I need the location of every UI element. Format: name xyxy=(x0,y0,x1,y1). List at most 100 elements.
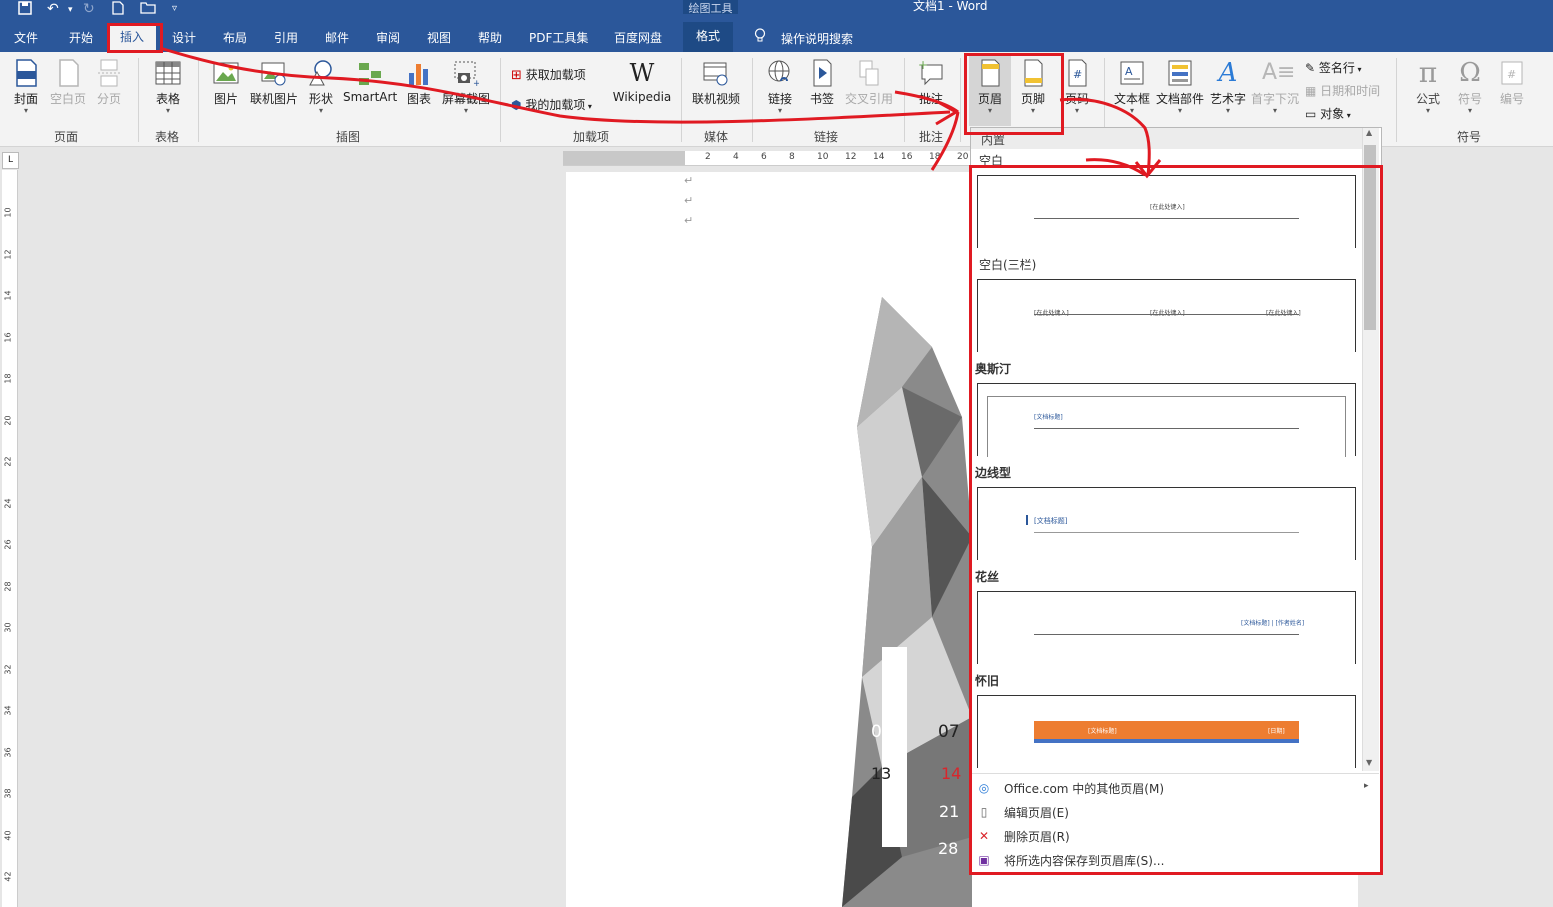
quick-parts-button[interactable]: 文档部件 ▾ xyxy=(1156,59,1204,115)
online-picture-label: 联机图片 xyxy=(249,92,298,106)
textbox-label: 文本框 xyxy=(1114,92,1151,106)
paragraph-mark: ↵ xyxy=(684,194,694,207)
dropcap-button[interactable]: A≡ 首字下沉 ▾ xyxy=(1250,59,1300,115)
tab-layout[interactable]: 布局 xyxy=(223,29,247,46)
context-tool-title: 绘图工具 xyxy=(683,0,738,15)
page-break-button[interactable]: 分页 xyxy=(94,59,124,107)
wordart-icon: A xyxy=(1218,58,1238,88)
tab-help[interactable]: 帮助 xyxy=(478,29,502,46)
group-table-label: 表格 xyxy=(155,130,180,144)
tab-pdf-tools[interactable]: PDF工具集 xyxy=(529,29,588,46)
online-picture-button[interactable]: 联机图片 xyxy=(248,59,300,107)
smartart-button[interactable]: SmartArt xyxy=(343,59,397,104)
save-icon[interactable] xyxy=(18,1,32,19)
omega-icon: Ω xyxy=(1459,58,1481,88)
page-break-icon xyxy=(98,59,120,87)
document-title: 文档1 - Word xyxy=(913,0,988,13)
tab-mailings[interactable]: 邮件 xyxy=(325,29,349,46)
chart-icon xyxy=(409,64,428,85)
shapes-button[interactable]: 形状 ▾ xyxy=(306,59,336,115)
online-video-label: 联机视频 xyxy=(691,92,740,106)
quick-parts-icon xyxy=(1168,60,1192,86)
equation-button[interactable]: π 公式 ▾ xyxy=(1412,59,1444,115)
blank-page-button[interactable]: 空白页 xyxy=(50,59,86,107)
pi-icon: π xyxy=(1418,56,1438,89)
cross-reference-label: 交叉引用 xyxy=(844,92,893,106)
cover-page-button[interactable]: 封面 ▾ xyxy=(10,59,42,115)
group-divider xyxy=(138,58,139,142)
tab-baidu-netdisk[interactable]: 百度网盘 xyxy=(614,29,662,46)
shapes-icon xyxy=(309,60,332,86)
object-button[interactable]: ▭ 对象 ▾ xyxy=(1305,105,1351,122)
table-label: 表格 xyxy=(155,92,180,106)
blank-page-icon xyxy=(59,59,79,87)
ruler-tick-label: 36 xyxy=(3,746,13,758)
tab-review[interactable]: 审阅 xyxy=(376,29,400,46)
undo-icon[interactable]: ↶ xyxy=(47,1,59,17)
scroll-up-arrow-icon[interactable]: ▲ xyxy=(1366,128,1372,137)
wikipedia-button[interactable]: W Wikipedia xyxy=(611,59,673,104)
textbox-button[interactable]: A 文本框 ▾ xyxy=(1114,59,1150,115)
number-button[interactable]: # 编号 xyxy=(1496,59,1528,107)
datetime-button[interactable]: ▦ 日期和时间 xyxy=(1305,82,1380,99)
ruler-tick-label: 10 xyxy=(817,152,829,162)
undo-dropdown-icon[interactable]: ▾ xyxy=(68,5,73,15)
svg-text:#: # xyxy=(1507,68,1516,81)
screenshot-icon: + xyxy=(454,61,479,87)
bookmark-button[interactable]: 书签 xyxy=(807,59,837,107)
my-addins-button[interactable]: ⬢ 我的加载项 ▾ xyxy=(511,96,592,113)
screenshot-button[interactable]: + 屏幕截图 ▾ xyxy=(440,59,492,115)
title-bar: ↶ ▾ ↻ ▿ xyxy=(0,0,1553,22)
bookmark-label: 书签 xyxy=(809,92,834,106)
redo-icon[interactable]: ↻ xyxy=(83,1,95,17)
tab-file[interactable]: 文件 xyxy=(14,29,38,46)
chart-button[interactable]: 图表 xyxy=(404,59,434,107)
tab-design[interactable]: 设计 xyxy=(172,29,196,46)
tell-me-search[interactable]: 操作说明搜索 xyxy=(781,30,853,47)
online-video-button[interactable]: 联机视频 xyxy=(690,59,742,107)
group-divider xyxy=(904,58,905,142)
page-number-button[interactable]: # 页码 ▾ xyxy=(1060,59,1094,115)
signature-label: 签名行 xyxy=(1318,61,1355,75)
tab-references[interactable]: 引用 xyxy=(274,29,298,46)
picture-label: 图片 xyxy=(213,92,238,106)
open-folder-icon[interactable] xyxy=(140,1,156,18)
signature-line-button[interactable]: ✎ 签名行 ▾ xyxy=(1305,59,1361,76)
ruler-margin xyxy=(563,151,685,165)
get-addins-label: 获取加载项 xyxy=(525,68,586,82)
ruler-tick-label: 18 xyxy=(929,152,941,162)
dropcap-icon: A≡ xyxy=(1262,60,1296,85)
svg-text:#: # xyxy=(1073,68,1082,81)
comment-button[interactable]: + 批注 xyxy=(914,59,948,107)
page-number-label: 页码 xyxy=(1064,92,1089,106)
number-label: 编号 xyxy=(1499,92,1524,106)
ruler-tick-label: 28 xyxy=(3,580,13,592)
customize-caret-icon[interactable]: ▿ xyxy=(172,3,177,14)
addin-cube-icon: ⬢ xyxy=(511,98,522,112)
get-addins-button[interactable]: ⊞ 获取加载项 xyxy=(511,66,586,83)
tab-format[interactable]: 格式 xyxy=(683,22,733,52)
wordart-button[interactable]: A 艺术字 ▾ xyxy=(1209,59,1247,115)
quick-parts-label: 文档部件 xyxy=(1156,92,1205,106)
vertical-ruler[interactable]: 10 12 14 16 18 20 22 24 26 28 30 32 34 36 38 40 42 xyxy=(2,170,18,907)
lightbulb-icon[interactable] xyxy=(754,28,766,46)
equation-label: 公式 xyxy=(1415,92,1440,106)
tab-view[interactable]: 视图 xyxy=(427,29,451,46)
calendar-date: 07 xyxy=(938,722,960,742)
tab-selector[interactable]: L xyxy=(2,152,19,169)
calendar-icon: ▦ xyxy=(1305,84,1317,98)
ruler-tick-label: 10 xyxy=(3,207,13,218)
picture-button[interactable]: 图片 xyxy=(210,59,242,107)
group-divider xyxy=(198,58,199,142)
link-button[interactable]: 链接 ▾ xyxy=(763,59,797,115)
datetime-label: 日期和时间 xyxy=(1320,84,1381,98)
table-button[interactable]: 表格 ▾ xyxy=(150,59,186,115)
ruler-tick-label: 14 xyxy=(873,152,885,162)
ruler-tick-label: 6 xyxy=(761,152,767,162)
tab-home[interactable]: 开始 xyxy=(69,29,93,46)
symbol-button[interactable]: Ω 符号 ▾ xyxy=(1454,59,1486,115)
bookmark-icon xyxy=(813,59,832,87)
cross-reference-button[interactable]: 交叉引用 xyxy=(843,59,895,107)
ruler-tick-label: 2 xyxy=(705,152,711,162)
new-doc-icon[interactable] xyxy=(112,1,124,19)
